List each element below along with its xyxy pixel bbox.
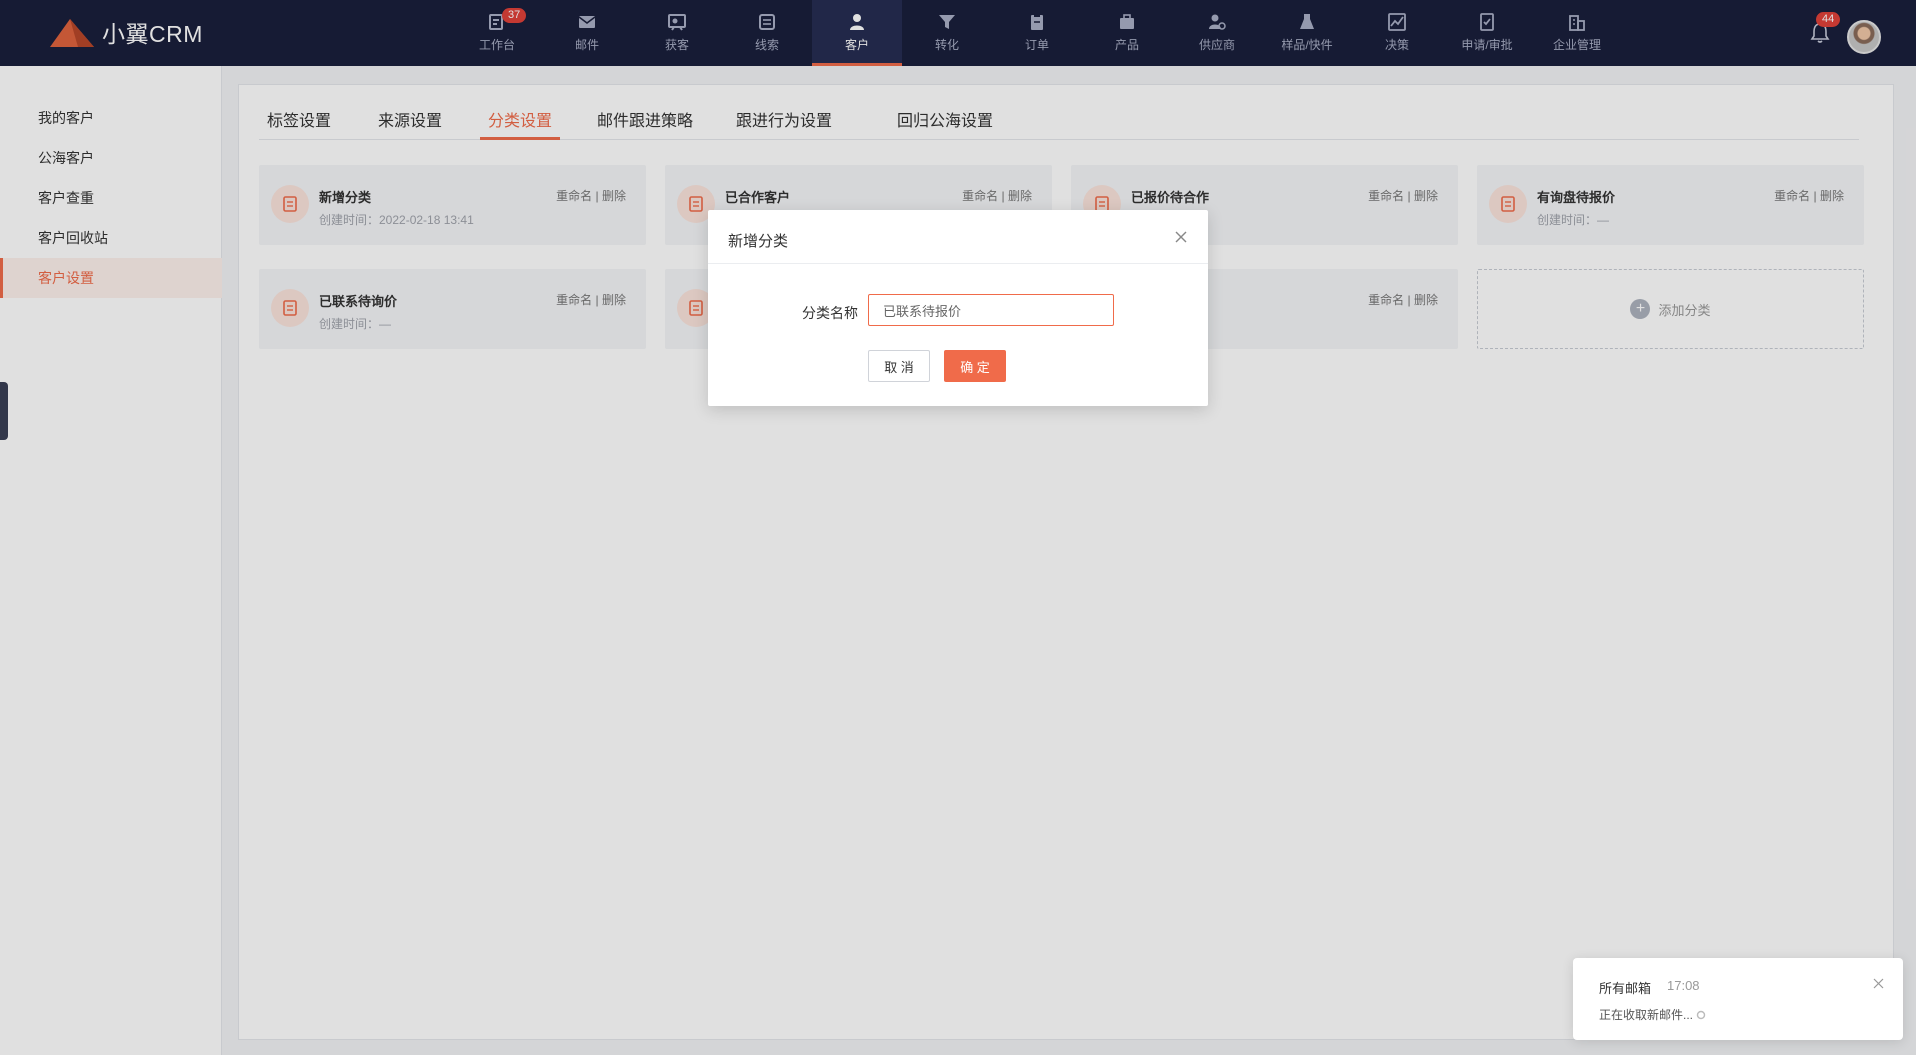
category-name-label: 分类名称 <box>802 305 858 321</box>
mail-sync-toast: 所有邮箱 17:08 正在收取新邮件... <box>1573 958 1903 1040</box>
dialog-title: 新增分类 <box>728 233 789 250</box>
loading-icon <box>1697 1010 1706 1020</box>
dialog-header: 新增分类 <box>708 210 1208 264</box>
toast-body-text: 正在收取新邮件... <box>1599 1008 1694 1022</box>
close-icon[interactable] <box>1174 230 1188 244</box>
toast-time: 17:08 <box>1667 978 1700 993</box>
toast-message: 正在收取新邮件... <box>1599 1006 1706 1023</box>
close-icon[interactable] <box>1873 978 1884 989</box>
category-name-input[interactable] <box>868 294 1114 326</box>
modal-overlay[interactable] <box>0 0 1916 1055</box>
confirm-button[interactable]: 确 定 <box>944 350 1006 382</box>
toast-title: 所有邮箱 <box>1599 981 1652 996</box>
new-category-dialog: 新增分类 分类名称 取 消 确 定 <box>708 210 1208 406</box>
cancel-button[interactable]: 取 消 <box>868 350 930 382</box>
